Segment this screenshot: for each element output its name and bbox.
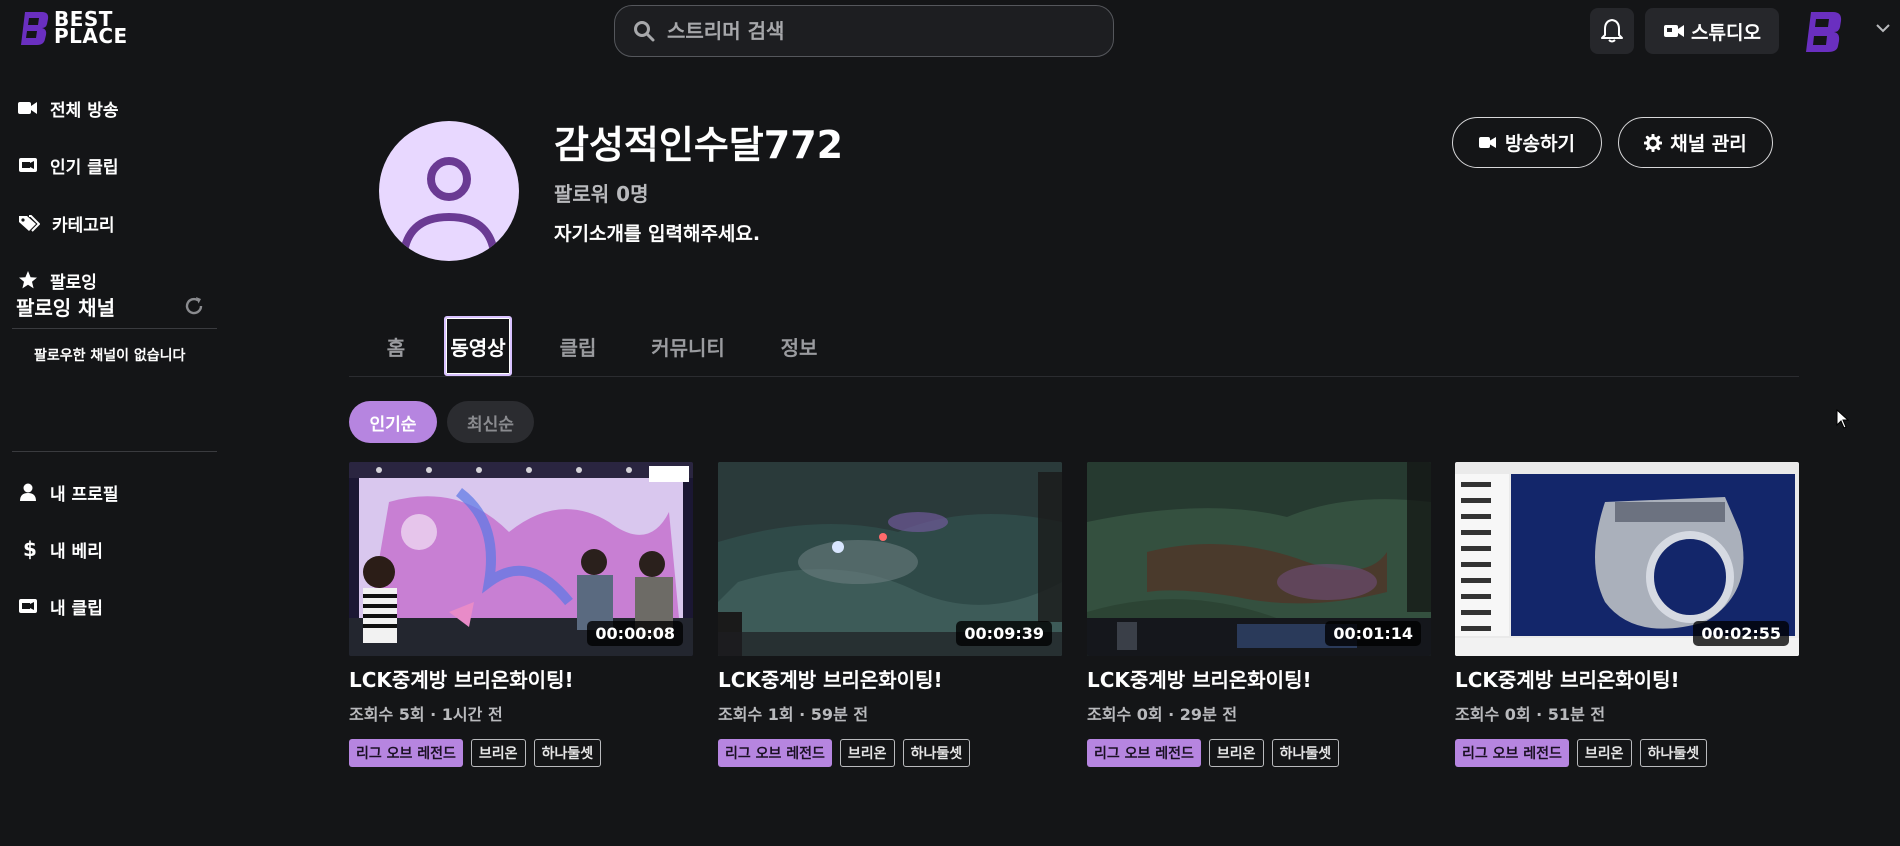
avatar-logo-icon [1806, 12, 1842, 52]
video-thumbnail[interactable]: 00:01:14 [1087, 462, 1431, 656]
video-meta: 조회수 0회 · 51분 전 [1455, 705, 1606, 724]
channel-bio: 자기소개를 입력해주세요. [554, 223, 761, 245]
user-icon [20, 483, 36, 501]
notifications-button[interactable] [1590, 8, 1634, 54]
video-card[interactable]: 00:00:08 LCK중계방 브리온화이팅! 조회수 5회 · 1시간 전 리… [349, 462, 693, 767]
sidebar-item-my-berry[interactable]: $ 내 베리 [18, 531, 103, 567]
sidebar-item-label: 전체 방송 [50, 100, 119, 121]
sidebar-item-popular-clips[interactable]: 인기 클립 [18, 147, 118, 183]
video-title[interactable]: LCK중계방 브리온화이팅! [1087, 664, 1431, 693]
bell-icon [1601, 19, 1623, 43]
channel-settings-button[interactable]: 채널 관리 [1618, 117, 1773, 168]
svg-text:$: $ [23, 538, 37, 560]
sidebar-item-my-clips[interactable]: 내 클립 [18, 588, 103, 624]
user-avatar[interactable] [1803, 8, 1845, 54]
video-card[interactable]: 00:02:55 LCK중계방 브리온화이팅! 조회수 0회 · 51분 전 리… [1455, 462, 1799, 767]
chevron-down-icon[interactable] [1876, 24, 1890, 33]
video-camera-icon [1479, 137, 1497, 148]
no-following-message: 팔로우한 채널이 없습니다 [34, 348, 186, 364]
sidebar-item-label: 인기 클립 [50, 157, 119, 178]
clip-icon [19, 599, 37, 613]
top-header: BEST PLACE 스튜디오 [0, 0, 1900, 62]
video-meta: 조회수 5회 · 1시간 전 [349, 705, 503, 724]
clip-icon [19, 158, 37, 172]
follower-count: 팔로워 0명 [554, 182, 649, 206]
channel-tabs: 홈 동영상 클립 커뮤니티 정보 [349, 314, 1799, 377]
logo-text: BEST PLACE [54, 9, 128, 48]
video-thumbnail[interactable]: 00:02:55 [1455, 462, 1799, 656]
category-tag[interactable]: 리그 오브 레전드 [718, 739, 832, 767]
search-icon [634, 21, 655, 42]
video-tags: 리그 오브 레전드 브리온 하나둘셋 [349, 739, 693, 767]
sort-latest-button[interactable]: 최신순 [447, 401, 534, 443]
video-thumbnail[interactable]: 00:09:39 [718, 462, 1062, 656]
gear-icon [1644, 133, 1663, 152]
search-input[interactable] [665, 18, 1113, 44]
sidebar-item-label: 팔로잉 [50, 272, 97, 293]
logo[interactable]: BEST PLACE [20, 9, 128, 48]
mouse-cursor-icon [1836, 409, 1850, 429]
studio-button[interactable]: 스튜디오 [1645, 8, 1779, 54]
search-box[interactable] [614, 5, 1114, 57]
video-tags: 리그 오브 레전드 브리온 하나둘셋 [718, 739, 1062, 767]
channel-avatar [379, 121, 519, 261]
dollar-icon: $ [23, 538, 37, 560]
video-card[interactable]: 00:09:39 LCK중계방 브리온화이팅! 조회수 1회 · 59분 전 리… [718, 462, 1062, 767]
tab-info[interactable]: 정보 [774, 316, 824, 376]
logo-mark-icon [21, 12, 49, 45]
tags-icon [19, 215, 40, 232]
category-tag[interactable]: 리그 오브 레전드 [349, 739, 463, 767]
video-title[interactable]: LCK중계방 브리온화이팅! [349, 664, 693, 693]
video-title[interactable]: LCK중계방 브리온화이팅! [1455, 664, 1799, 693]
sort-popular-button[interactable]: 인기순 [349, 401, 437, 443]
refresh-icon[interactable] [183, 295, 205, 317]
start-broadcast-label: 방송하기 [1505, 133, 1575, 155]
sidebar-item-label: 카테고리 [52, 215, 115, 236]
video-tag[interactable]: 하나둘셋 [533, 739, 602, 767]
video-meta: 조회수 1회 · 59분 전 [718, 705, 869, 724]
tab-videos[interactable]: 동영상 [444, 316, 512, 376]
sidebar-item-all-broadcasts[interactable]: 전체 방송 [18, 90, 118, 126]
tab-clips[interactable]: 클립 [552, 316, 604, 376]
channel-name: 감성적인수달772 [554, 123, 844, 167]
following-channels-title: 팔로잉 채널 [16, 296, 115, 320]
video-card[interactable]: 00:01:14 LCK중계방 브리온화이팅! 조회수 0회 · 29분 전 리… [1087, 462, 1431, 767]
video-duration: 00:01:14 [1325, 621, 1421, 646]
video-duration: 00:00:08 [587, 621, 683, 646]
video-tag[interactable]: 하나둘셋 [1271, 739, 1340, 767]
user-placeholder-icon [399, 157, 499, 261]
sidebar-item-label: 내 클립 [50, 598, 103, 619]
logo-line2: PLACE [54, 24, 128, 48]
video-tags: 리그 오브 레전드 브리온 하나둘셋 [1087, 739, 1431, 767]
video-tag[interactable]: 브리온 [470, 739, 526, 767]
sidebar-item-categories[interactable]: 카테고리 [18, 205, 115, 241]
video-tag[interactable]: 브리온 [1576, 739, 1632, 767]
sidebar-item-label: 내 프로필 [50, 484, 119, 505]
start-broadcast-button[interactable]: 방송하기 [1452, 117, 1602, 168]
channel-settings-label: 채널 관리 [1670, 133, 1747, 155]
video-meta: 조회수 0회 · 29분 전 [1087, 705, 1238, 724]
studio-label: 스튜디오 [1691, 21, 1761, 44]
sidebar-divider [12, 451, 217, 452]
sidebar-item-my-profile[interactable]: 내 프로필 [18, 474, 118, 510]
video-title[interactable]: LCK중계방 브리온화이팅! [718, 664, 1062, 693]
sidebar-item-label: 내 베리 [50, 541, 103, 562]
video-thumbnail[interactable]: 00:00:08 [349, 462, 693, 656]
category-tag[interactable]: 리그 오브 레전드 [1087, 739, 1201, 767]
video-tag[interactable]: 하나둘셋 [1639, 739, 1708, 767]
video-tags: 리그 오브 레전드 브리온 하나둘셋 [1455, 739, 1799, 767]
tab-community[interactable]: 커뮤니티 [645, 316, 731, 376]
tab-home[interactable]: 홈 [375, 316, 417, 376]
video-duration: 00:02:55 [1693, 621, 1789, 646]
video-duration: 00:09:39 [956, 621, 1052, 646]
video-camera-icon [1664, 25, 1685, 37]
video-tag[interactable]: 하나둘셋 [902, 739, 971, 767]
video-tag[interactable]: 브리온 [839, 739, 895, 767]
video-tag[interactable]: 브리온 [1208, 739, 1264, 767]
sidebar-divider [12, 328, 217, 329]
category-tag[interactable]: 리그 오브 레전드 [1455, 739, 1569, 767]
video-camera-icon [18, 102, 37, 114]
star-icon [19, 271, 37, 289]
